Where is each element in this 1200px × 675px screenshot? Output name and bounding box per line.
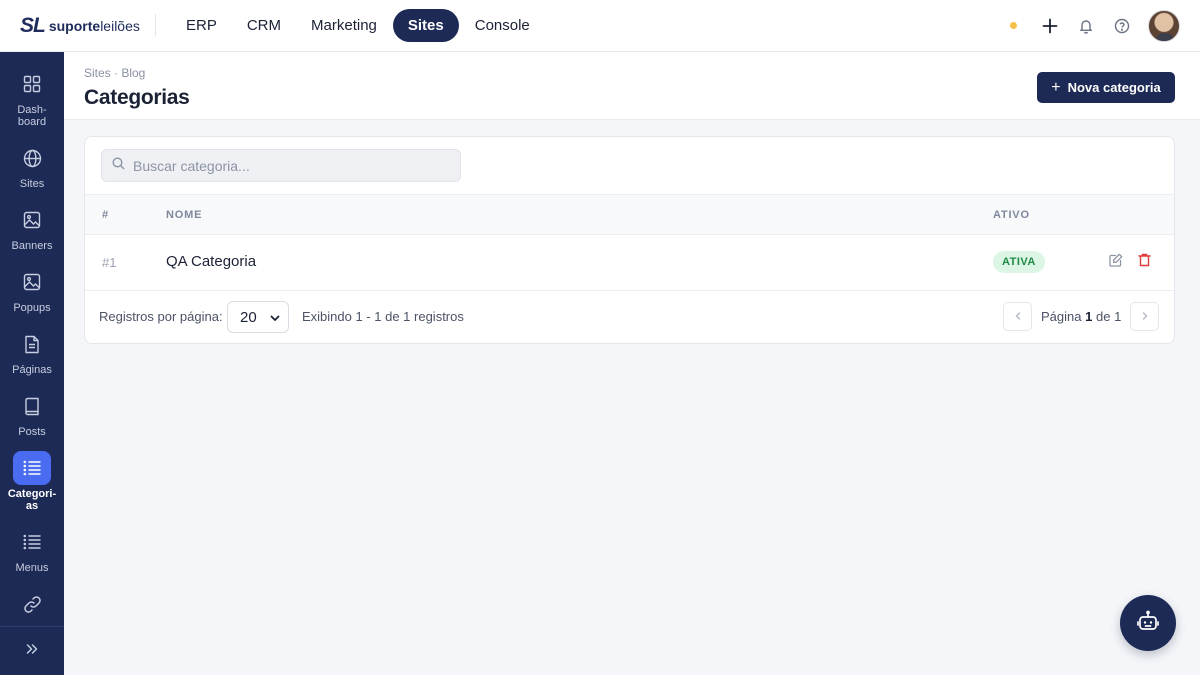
sidebar-label-paginas: Páginas <box>12 364 52 376</box>
document-icon <box>13 327 51 361</box>
topnav-sites[interactable]: Sites <box>392 9 459 42</box>
sidebar-item-menus[interactable]: Menus <box>0 525 64 574</box>
row-name: QA Categoria <box>166 253 257 270</box>
page-header: Sites · Blog Categorias + Nova categoria <box>64 52 1200 120</box>
row-id: #1 <box>102 255 117 270</box>
categories-card: # NOME ATIVO #1 QA Categoria ATIVA Regis… <box>84 136 1175 344</box>
dashboard-icon <box>13 67 51 101</box>
chevrons-right-icon <box>25 642 39 661</box>
search-input[interactable] <box>133 157 433 174</box>
table-footer: Registros por página: 20 Exibindo 1 - 1 … <box>85 292 1174 343</box>
sidebar-label-popups: Popups <box>13 302 51 314</box>
sidebar-item-popups[interactable]: Popups <box>0 265 64 314</box>
column-id[interactable]: # <box>102 209 109 221</box>
topnav-crm[interactable]: CRM <box>233 9 295 42</box>
status-badge: ATIVA <box>993 251 1045 273</box>
chevron-down-icon <box>269 311 281 328</box>
sidebar-item-banners[interactable]: Banners <box>0 203 64 252</box>
sidebar-expand-button[interactable] <box>0 626 64 675</box>
top-bar: SL suporteleilões ERP CRM Marketing Site… <box>0 0 1200 52</box>
sidebar-label-dashboard: Dash- board <box>17 104 47 128</box>
page-current: 1 <box>1085 309 1093 324</box>
search-box[interactable] <box>101 149 461 182</box>
plus-icon: + <box>1051 78 1061 96</box>
list-icon <box>13 451 51 485</box>
table-header: # NOME ATIVO <box>85 194 1174 235</box>
logo-divider <box>155 14 156 36</box>
page-title: Categorias <box>84 86 190 109</box>
records-summary: Exibindo 1 - 1 de 1 registros <box>302 309 464 324</box>
help-icon[interactable] <box>1110 14 1134 38</box>
sidebar-label-banners: Banners <box>11 240 53 252</box>
image-icon <box>13 265 51 299</box>
plus-icon[interactable] <box>1038 14 1062 38</box>
sidebar-item-links[interactable] <box>0 587 64 621</box>
prev-page-button[interactable] <box>1003 302 1032 331</box>
assistant-bot-button[interactable] <box>1120 595 1176 651</box>
brand-name: suporteleilões <box>48 18 140 34</box>
topnav-console[interactable]: Console <box>461 9 544 42</box>
per-page-value: 20 <box>240 308 257 326</box>
bell-icon[interactable] <box>1074 14 1098 38</box>
sidebar: Dash- board Sites Banners Popups Páginas… <box>0 52 64 675</box>
sidebar-item-dashboard[interactable]: Dash- board <box>0 67 64 128</box>
sidebar-label-categorias: Categori- as <box>7 488 57 512</box>
user-avatar[interactable] <box>1148 10 1180 42</box>
trash-icon <box>1137 253 1151 272</box>
column-active[interactable]: ATIVO <box>993 209 1030 221</box>
edit-button[interactable] <box>1107 253 1125 271</box>
column-name[interactable]: NOME <box>166 209 202 221</box>
search-icon <box>112 156 125 175</box>
topnav-erp[interactable]: ERP <box>172 9 231 42</box>
robot-icon <box>1137 610 1159 637</box>
sidebar-item-categorias[interactable]: Categori- as <box>0 451 64 512</box>
status-dot <box>1010 22 1017 29</box>
link-icon <box>13 587 51 621</box>
chevron-left-icon <box>1013 308 1023 326</box>
page-indicator: Página 1 de 1 <box>1041 309 1122 324</box>
breadcrumb: Sites · Blog <box>84 66 146 80</box>
new-category-button[interactable]: + Nova categoria <box>1037 72 1175 103</box>
sidebar-item-posts[interactable]: Posts <box>0 389 64 438</box>
list-icon <box>13 525 51 559</box>
sidebar-label-menus: Menus <box>15 562 49 574</box>
table-row[interactable]: #1 QA Categoria ATIVA <box>85 235 1174 291</box>
top-nav: ERP CRM Marketing Sites Console <box>172 9 546 42</box>
sidebar-item-paginas[interactable]: Páginas <box>0 327 64 376</box>
sidebar-item-sites[interactable]: Sites <box>0 141 64 190</box>
delete-button[interactable] <box>1135 253 1153 271</box>
image-icon <box>13 203 51 237</box>
brand-mark: SL <box>20 14 46 37</box>
chevron-right-icon <box>1140 308 1150 326</box>
book-icon <box>13 389 51 423</box>
per-page-label: Registros por página: <box>99 309 223 324</box>
globe-icon <box>13 141 51 175</box>
per-page-select[interactable]: 20 <box>227 301 289 333</box>
next-page-button[interactable] <box>1130 302 1159 331</box>
topnav-marketing[interactable]: Marketing <box>297 9 391 42</box>
edit-icon <box>1109 253 1123 272</box>
new-category-label: Nova categoria <box>1067 80 1161 95</box>
sidebar-label-sites: Sites <box>19 178 45 190</box>
brand-logo[interactable]: SL suporteleilões <box>20 14 140 38</box>
sidebar-label-posts: Posts <box>18 426 46 438</box>
page-total: 1 <box>1114 309 1122 324</box>
